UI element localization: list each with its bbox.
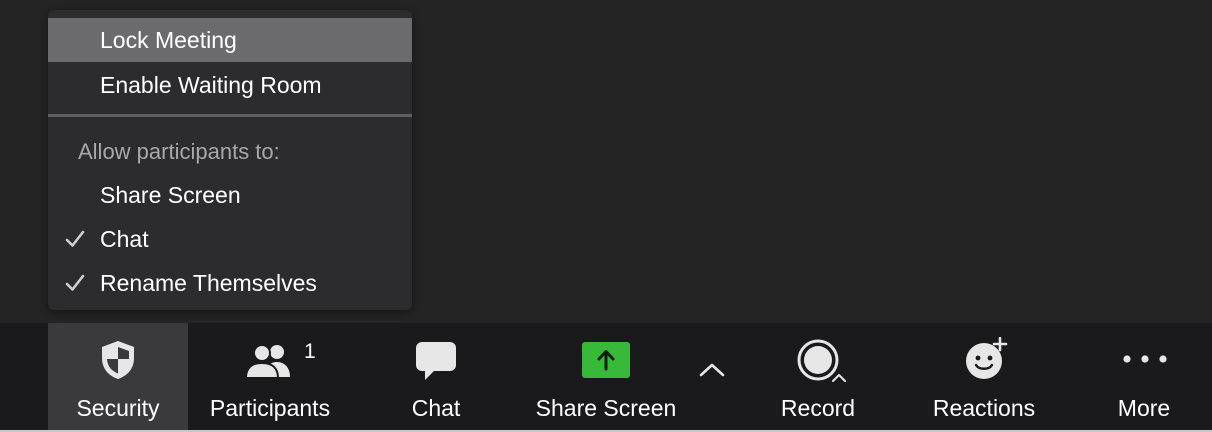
menu-item-share-screen[interactable]: Share Screen	[48, 173, 412, 217]
chat-bubble-icon	[416, 342, 456, 380]
share-screen-button[interactable]: Share Screen	[524, 323, 688, 432]
chat-button[interactable]: Chat	[386, 323, 486, 432]
security-label: Security	[76, 395, 160, 421]
menu-item-chat[interactable]: Chat	[48, 217, 412, 261]
more-button[interactable]: More	[1100, 323, 1188, 432]
menu-item-enable-waiting-room[interactable]: Enable Waiting Room	[48, 63, 412, 107]
menu-item-lock-meeting[interactable]: Lock Meeting	[48, 18, 412, 62]
record-label: Record	[780, 395, 856, 421]
menu-divider	[48, 114, 412, 117]
security-button[interactable]: Security	[48, 323, 188, 432]
menu-item-label: Chat	[100, 226, 149, 252]
menu-item-label: Lock Meeting	[100, 27, 237, 53]
share-screen-arrow-icon	[582, 342, 630, 378]
participants-label: Participants	[209, 395, 331, 421]
meeting-toolbar: Security 1 Participants Chat Share Scree…	[0, 323, 1212, 432]
record-button[interactable]: Record	[768, 323, 868, 432]
participants-count: 1	[304, 340, 316, 363]
security-menu: Lock Meeting Enable Waiting Room Allow p…	[48, 10, 412, 310]
menu-item-label: Share Screen	[100, 182, 241, 208]
meeting-window: Lock Meeting Enable Waiting Room Allow p…	[0, 0, 1212, 432]
participants-icon	[244, 344, 290, 379]
more-dots-icon	[1123, 355, 1167, 363]
record-options-chevron-up-icon[interactable]	[831, 373, 847, 383]
menu-item-label: Rename Themselves	[100, 270, 317, 296]
share-options-chevron-up-icon[interactable]	[698, 362, 726, 378]
menu-section-heading: Allow participants to:	[78, 139, 280, 164]
menu-item-rename-themselves[interactable]: Rename Themselves	[48, 261, 412, 305]
share-screen-label: Share Screen	[535, 395, 677, 421]
participants-button[interactable]: 1 Participants	[196, 323, 344, 432]
reactions-label: Reactions	[932, 395, 1036, 421]
emoji-add-icon	[966, 337, 1008, 379]
menu-item-label: Enable Waiting Room	[100, 72, 322, 98]
reactions-button[interactable]: Reactions	[918, 323, 1050, 432]
chat-label: Chat	[411, 395, 461, 421]
more-label: More	[1117, 395, 1171, 421]
checkmark-icon	[65, 274, 85, 291]
checkmark-icon	[65, 230, 85, 247]
shield-icon	[102, 341, 134, 379]
